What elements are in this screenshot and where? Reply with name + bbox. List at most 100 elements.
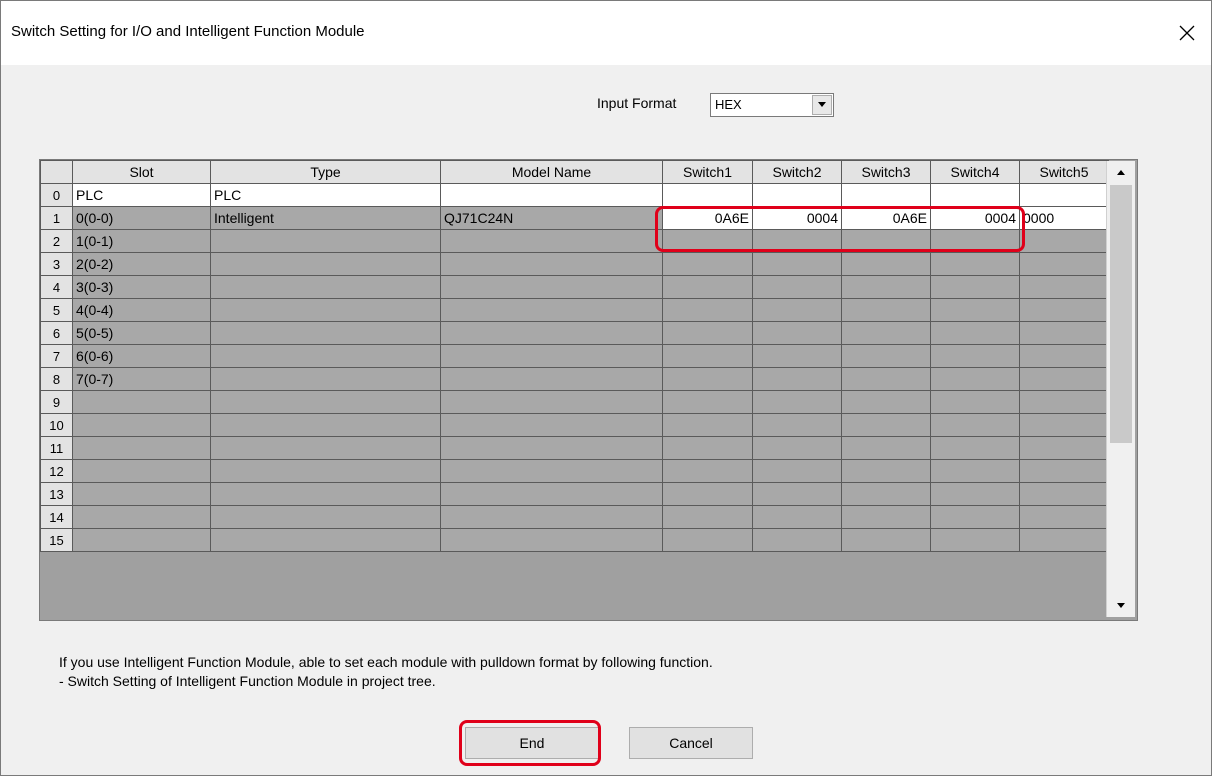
- model-name-cell[interactable]: [440, 183, 663, 207]
- type-cell[interactable]: [210, 528, 441, 552]
- switch5-cell[interactable]: [1019, 183, 1109, 207]
- slot-cell[interactable]: 2(0-2): [72, 252, 211, 276]
- switch1-cell[interactable]: [662, 183, 753, 207]
- switch3-cell[interactable]: [841, 505, 931, 529]
- switch3-cell[interactable]: [841, 183, 931, 207]
- switch5-cell[interactable]: [1019, 229, 1109, 253]
- switch2-cell[interactable]: [752, 229, 842, 253]
- slot-cell[interactable]: PLC: [72, 183, 211, 207]
- switch1-cell[interactable]: [662, 275, 753, 299]
- switch5-cell[interactable]: [1019, 298, 1109, 322]
- type-cell[interactable]: [210, 459, 441, 483]
- switch2-cell[interactable]: [752, 390, 842, 414]
- end-button[interactable]: End: [465, 727, 599, 759]
- model-name-cell[interactable]: [440, 367, 663, 391]
- switch4-cell[interactable]: [930, 528, 1020, 552]
- table-row[interactable]: 7 6(0-6): [40, 344, 1109, 368]
- type-cell[interactable]: [210, 390, 441, 414]
- switch4-cell[interactable]: [930, 275, 1020, 299]
- model-name-cell[interactable]: [440, 344, 663, 368]
- switch2-cell[interactable]: [752, 183, 842, 207]
- model-name-cell[interactable]: QJ71C24N: [440, 206, 663, 230]
- slot-cell[interactable]: [72, 436, 211, 460]
- slot-cell[interactable]: 5(0-5): [72, 321, 211, 345]
- switch1-cell[interactable]: [662, 298, 753, 322]
- switch5-cell[interactable]: [1019, 321, 1109, 345]
- slot-cell[interactable]: [72, 390, 211, 414]
- model-name-cell[interactable]: [440, 390, 663, 414]
- switch4-cell[interactable]: [930, 505, 1020, 529]
- scroll-up-button[interactable]: [1107, 161, 1135, 183]
- switch3-cell[interactable]: [841, 321, 931, 345]
- type-cell[interactable]: [210, 367, 441, 391]
- table-row[interactable]: 3 2(0-2): [40, 252, 1109, 276]
- model-name-cell[interactable]: [440, 459, 663, 483]
- switch2-cell[interactable]: [752, 298, 842, 322]
- switch2-cell[interactable]: [752, 459, 842, 483]
- switch2-cell[interactable]: [752, 505, 842, 529]
- switch1-cell[interactable]: [662, 344, 753, 368]
- model-name-cell[interactable]: [440, 229, 663, 253]
- switch2-cell[interactable]: [752, 528, 842, 552]
- slot-cell[interactable]: [72, 482, 211, 506]
- model-name-cell[interactable]: [440, 482, 663, 506]
- switch3-cell[interactable]: [841, 367, 931, 391]
- switch5-cell[interactable]: [1019, 367, 1109, 391]
- switch1-cell[interactable]: [662, 436, 753, 460]
- switch1-cell[interactable]: [662, 229, 753, 253]
- switch2-cell[interactable]: [752, 252, 842, 276]
- switch4-cell[interactable]: [930, 183, 1020, 207]
- switch2-cell[interactable]: [752, 413, 842, 437]
- table-row[interactable]: 8 7(0-7): [40, 367, 1109, 391]
- switch1-cell[interactable]: [662, 528, 753, 552]
- switch4-cell[interactable]: [930, 298, 1020, 322]
- switch2-cell[interactable]: [752, 321, 842, 345]
- switch4-cell[interactable]: [930, 436, 1020, 460]
- slot-cell[interactable]: 7(0-7): [72, 367, 211, 391]
- type-cell[interactable]: [210, 321, 441, 345]
- type-cell[interactable]: [210, 252, 441, 276]
- switch5-cell[interactable]: [1019, 275, 1109, 299]
- switch4-cell[interactable]: [930, 482, 1020, 506]
- switch3-cell[interactable]: [841, 413, 931, 437]
- input-format-dropdown-button[interactable]: [812, 95, 832, 115]
- type-cell[interactable]: [210, 275, 441, 299]
- switch4-cell[interactable]: [930, 321, 1020, 345]
- table-row[interactable]: 13: [40, 482, 1109, 506]
- type-cell[interactable]: [210, 505, 441, 529]
- slot-cell[interactable]: 4(0-4): [72, 298, 211, 322]
- model-name-cell[interactable]: [440, 321, 663, 345]
- switch2-cell[interactable]: [752, 275, 842, 299]
- table-row[interactable]: 5 4(0-4): [40, 298, 1109, 322]
- slot-cell[interactable]: 0(0-0): [72, 206, 211, 230]
- switch4-cell[interactable]: [930, 459, 1020, 483]
- switch3-cell[interactable]: [841, 344, 931, 368]
- switch2-cell[interactable]: 0004: [752, 206, 842, 230]
- switch5-cell[interactable]: [1019, 528, 1109, 552]
- switch3-cell[interactable]: [841, 482, 931, 506]
- switch5-cell[interactable]: [1019, 390, 1109, 414]
- switch3-cell[interactable]: [841, 298, 931, 322]
- switch3-cell[interactable]: [841, 390, 931, 414]
- type-cell[interactable]: [210, 413, 441, 437]
- type-cell[interactable]: Intelligent: [210, 206, 441, 230]
- table-row[interactable]: 9: [40, 390, 1109, 414]
- switch4-cell[interactable]: [930, 252, 1020, 276]
- switch4-cell[interactable]: [930, 390, 1020, 414]
- model-name-cell[interactable]: [440, 528, 663, 552]
- scroll-down-button[interactable]: [1107, 595, 1135, 617]
- type-cell[interactable]: [210, 229, 441, 253]
- model-name-cell[interactable]: [440, 252, 663, 276]
- slot-cell[interactable]: [72, 413, 211, 437]
- type-cell[interactable]: [210, 436, 441, 460]
- switch4-cell[interactable]: [930, 367, 1020, 391]
- table-row[interactable]: 15: [40, 528, 1109, 552]
- switch2-cell[interactable]: [752, 344, 842, 368]
- switch3-cell[interactable]: [841, 459, 931, 483]
- switch3-cell[interactable]: [841, 436, 931, 460]
- table-row[interactable]: 14: [40, 505, 1109, 529]
- switch5-cell[interactable]: [1019, 459, 1109, 483]
- switch1-cell[interactable]: 0A6E: [662, 206, 753, 230]
- switch1-cell[interactable]: [662, 252, 753, 276]
- type-cell[interactable]: PLC: [210, 183, 441, 207]
